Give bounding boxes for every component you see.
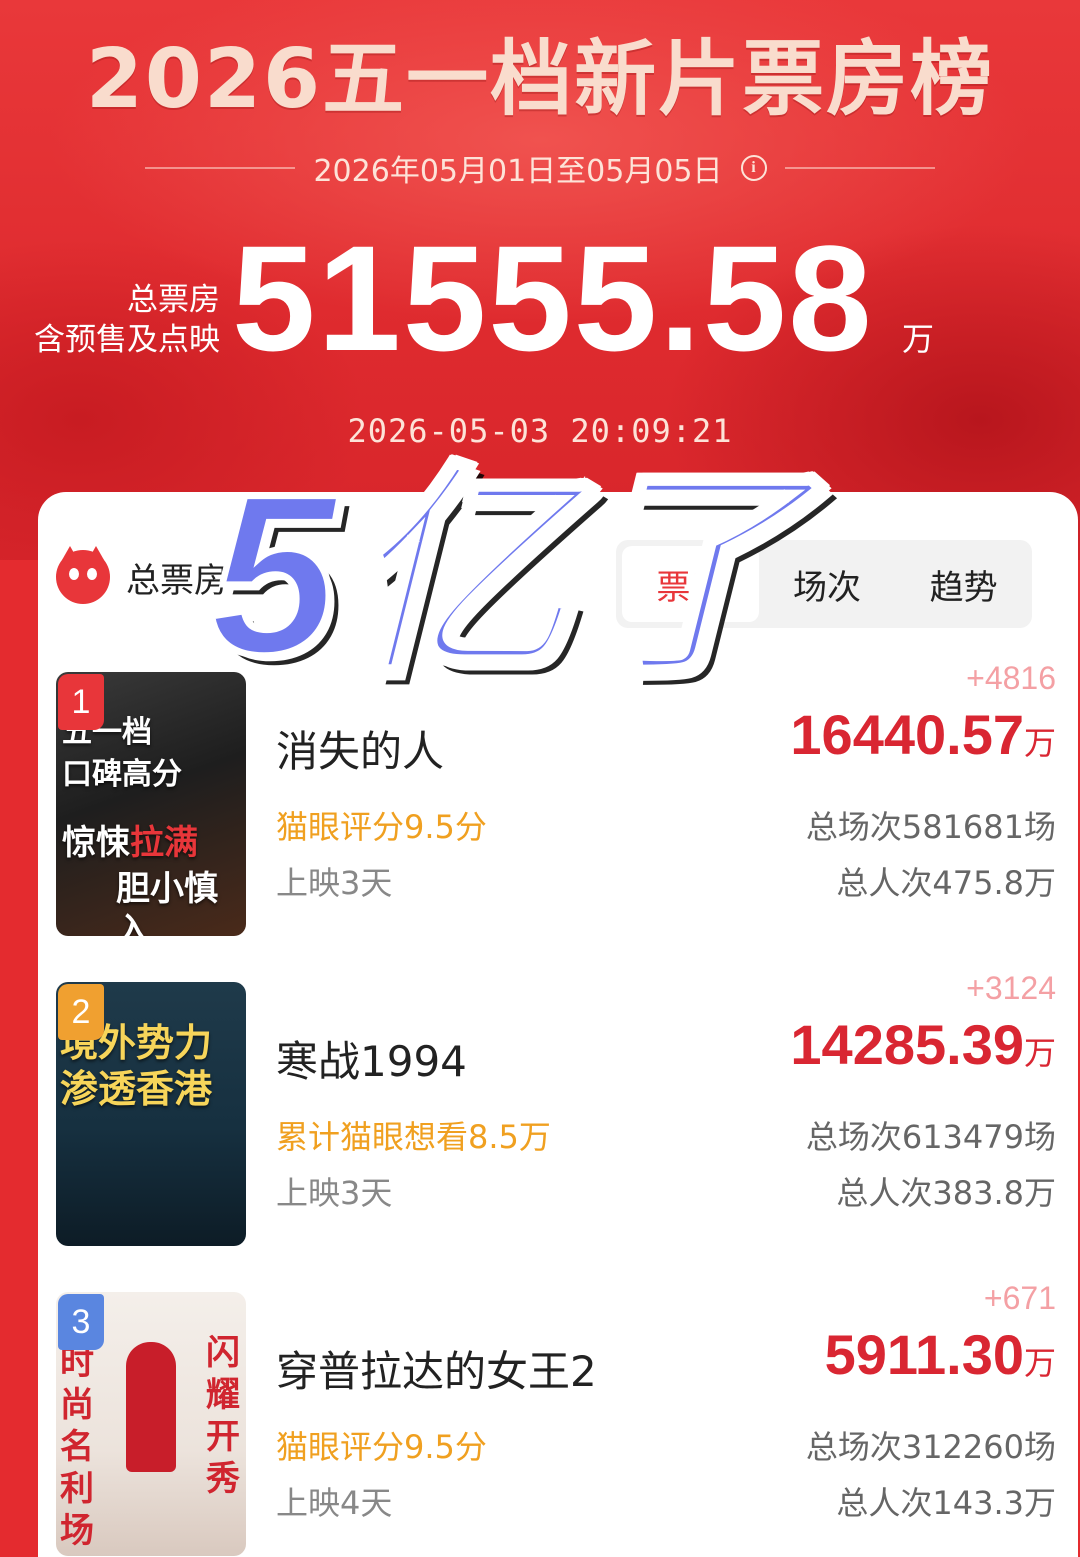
divider-left [145, 167, 296, 169]
list-item[interactable]: 五一档 口碑高分 惊悚拉满 胆小慎入 1 消失的人 猫眼评分9.5分 上映3天 +… [56, 660, 1066, 940]
page-title: 2026五一档新片票房榜 [85, 32, 995, 127]
box-office-value: 5911.30万 [824, 1323, 1056, 1386]
movie-rating: 猫眼评分9.5分 [276, 1428, 487, 1466]
overlay-caption: 5亿了 [207, 445, 811, 705]
list-item[interactable]: 时尚名利场 闪耀开秀 3 穿普拉达的女王2 猫眼评分9.5分 上映4天 +671… [56, 1280, 1066, 1557]
box-office-delta: +671 [983, 1280, 1056, 1316]
total-label: 总票房 含预售及点映 [0, 280, 220, 360]
total-admissions: 总人次143.3万 [836, 1484, 1056, 1522]
total-shows: 总场次581681场 [805, 808, 1056, 846]
total-shows: 总场次312260场 [805, 1428, 1056, 1466]
release-days: 上映4天 [276, 1484, 393, 1522]
maoyan-cat-logo-icon [56, 546, 110, 604]
total-unit: 万 [902, 320, 935, 358]
rank-badge: 2 [58, 984, 104, 1040]
total-admissions: 总人次475.8万 [836, 864, 1056, 902]
release-days: 上映3天 [276, 864, 393, 902]
card-header: 总票房 [56, 546, 228, 604]
total-label-line2: 含预售及点映 [34, 322, 220, 358]
list-item[interactable]: 境外势力 渗透香港 2 寒战1994 累计猫眼想看8.5万 上映3天 +3124… [56, 970, 1066, 1250]
total-shows: 总场次613479场 [805, 1118, 1056, 1156]
total-box-office: 51555.58 [232, 214, 874, 382]
rank-badge: 1 [58, 674, 104, 730]
info-icon[interactable]: i [740, 155, 767, 181]
rank-badge: 3 [58, 1294, 104, 1350]
release-days: 上映3天 [276, 1174, 393, 1212]
date-range: 2026年05月01日至05月05日 [313, 154, 723, 189]
divider-right [784, 167, 935, 169]
box-office-value: 14285.39万 [790, 1013, 1056, 1076]
movie-title: 寒战1994 [276, 1037, 467, 1086]
movie-title: 穿普拉达的女王2 [276, 1347, 597, 1396]
total-label-line1: 总票房 [127, 282, 220, 318]
box-office-value: 16440.57万 [790, 703, 1056, 766]
total-admissions: 总人次383.8万 [836, 1174, 1056, 1212]
date-range-row: 2026年05月01日至05月05日 i [0, 146, 1080, 190]
movie-want-to-see: 累计猫眼想看8.5万 [276, 1118, 551, 1156]
box-office-delta: +4816 [966, 660, 1056, 696]
box-office-delta: +3124 [966, 970, 1056, 1006]
movie-title: 消失的人 [276, 727, 445, 776]
movie-rating: 猫眼评分9.5分 [276, 808, 487, 846]
